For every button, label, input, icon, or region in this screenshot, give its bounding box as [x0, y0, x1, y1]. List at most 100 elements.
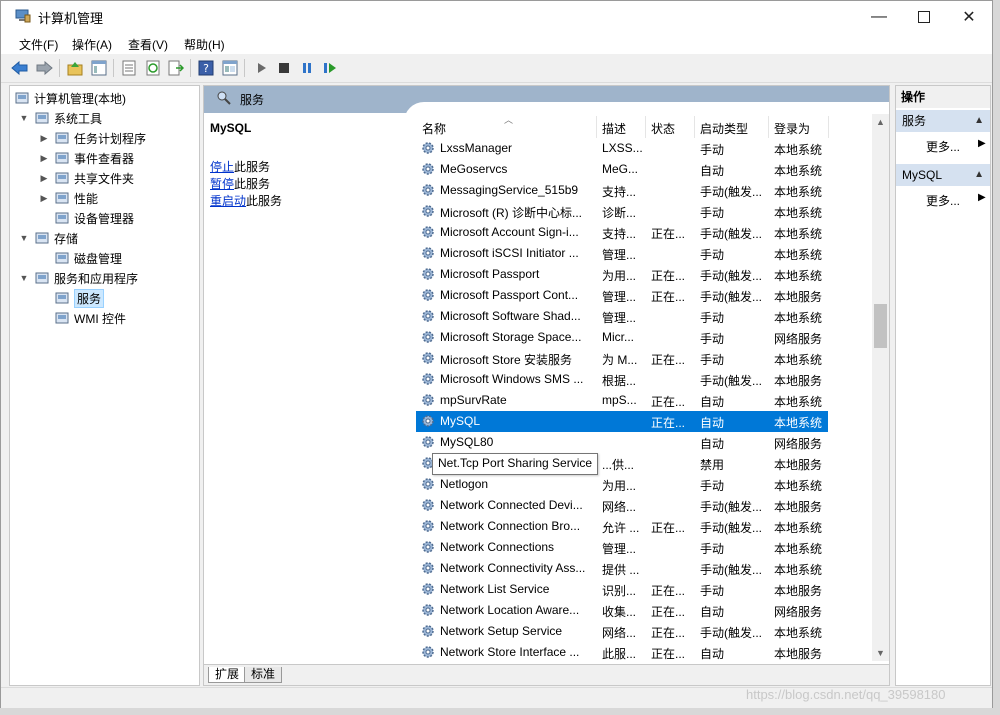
restart-service-link[interactable]: 重启动此服务: [210, 192, 282, 209]
scroll-up-icon[interactable]: ▲: [872, 114, 889, 130]
service-row[interactable]: Microsoft Passport 为用... 正在... 手动(触发... 本地系统: [416, 264, 828, 285]
service-row[interactable]: MeGoservcs MeG... 自动 本地系统: [416, 159, 828, 180]
service-logon: 本地系统: [774, 563, 823, 577]
tree-item[interactable]: 设备管理器: [38, 208, 134, 228]
pause-service-button[interactable]: [298, 59, 316, 77]
service-status: 正在...: [651, 416, 686, 430]
menu-action[interactable]: 操作(A): [72, 36, 112, 53]
up-folder-button[interactable]: [66, 59, 84, 77]
console-tree: 计算机管理(本地) ▼ 系统工具 ▶ 任务计划程序 ▶ 事件查看器 ▶ 共享文件夹 ▶ 性能 设备管理…: [9, 85, 200, 686]
pause-service-link[interactable]: 暂停此服务: [210, 175, 270, 192]
service-name: Microsoft iSCSI Initiator ...: [440, 246, 579, 260]
refresh-button[interactable]: [144, 59, 162, 77]
actions-section-services[interactable]: 服务 ▲: [896, 110, 990, 132]
service-row[interactable]: Network List Service 识别... 正在... 手动 本地服务: [416, 579, 828, 600]
service-row[interactable]: Network Connection Bro... 允许 ... 正在... 手动(触…: [416, 516, 828, 537]
menu-file[interactable]: 文件(F): [19, 36, 58, 53]
service-row[interactable]: Microsoft Storage Space... Micr... 手动 网络服务: [416, 327, 828, 348]
stop-service-link[interactable]: 停止此服务: [210, 158, 270, 175]
service-row[interactable]: Microsoft Account Sign-i... 支持... 正在... 手动(…: [416, 222, 828, 243]
tree-item[interactable]: WMI 控件: [38, 308, 126, 328]
service-row[interactable]: Network Connections 管理... 手动 本地系统: [416, 537, 828, 558]
tree-item[interactable]: ▼ 存储: [18, 228, 78, 248]
service-row[interactable]: Microsoft Passport Cont... 管理... 正在... 手动(触…: [416, 285, 828, 306]
close-button[interactable]: ✕: [946, 1, 992, 32]
actions-section-mysql[interactable]: MySQL ▲: [896, 164, 990, 186]
menu-help[interactable]: 帮助(H): [184, 36, 225, 53]
export-button[interactable]: [167, 59, 185, 77]
column-description[interactable]: 描述: [602, 118, 626, 138]
submenu-arrow-icon: ▶: [978, 138, 986, 149]
scrollbar-thumb[interactable]: [874, 304, 887, 348]
service-row[interactable]: Network Setup Service 网络... 正在... 手动(触发... 本…: [416, 621, 828, 642]
minimize-button[interactable]: —: [856, 1, 902, 32]
collapsed-icon[interactable]: ▶: [38, 153, 50, 164]
service-name: Network Store Interface ...: [440, 645, 580, 659]
column-name[interactable]: 名称: [422, 118, 446, 138]
tree-item[interactable]: 计算机管理(本地): [14, 88, 126, 108]
column-startup-type[interactable]: 启动类型: [700, 118, 748, 138]
tree-item[interactable]: ▶ 共享文件夹: [38, 168, 134, 188]
service-row[interactable]: Microsoft iSCSI Initiator ... 管理... 手动 本地系统: [416, 243, 828, 264]
column-log-on-as[interactable]: 登录为: [774, 118, 810, 138]
service-row[interactable]: Microsoft (R) 诊断中心标... 诊断... 手动 本地系统: [416, 201, 828, 222]
menu-view[interactable]: 查看(V): [128, 36, 168, 53]
collapse-icon: ▲: [974, 169, 984, 180]
forward-button[interactable]: [35, 59, 53, 77]
scroll-down-icon[interactable]: ▼: [872, 645, 889, 661]
service-name: Microsoft Passport Cont...: [440, 288, 579, 302]
tree-item[interactable]: ▶ 性能: [38, 188, 98, 208]
mysql-more-actions[interactable]: 更多... ▶: [926, 192, 986, 209]
start-service-button[interactable]: [252, 59, 270, 77]
device-manager-icon: [54, 210, 70, 226]
services-more-actions[interactable]: 更多... ▶: [926, 138, 986, 155]
service-row[interactable]: mpSurvRate mpS... 正在... 自动 本地系统: [416, 390, 828, 411]
tree-item[interactable]: ▶ 任务计划程序: [38, 128, 146, 148]
vertical-scrollbar[interactable]: ▲ ▼: [872, 114, 889, 661]
tree-item[interactable]: 服务: [38, 288, 105, 308]
collapsed-icon[interactable]: ▶: [38, 173, 50, 184]
service-row[interactable]: Network Location Aware... 收集... 正在... 自动 网络服…: [416, 600, 828, 621]
stop-service-button[interactable]: [275, 59, 293, 77]
service-row[interactable]: Network Connectivity Ass... 提供 ... 手动(触发..…: [416, 558, 828, 579]
service-logon: 本地服务: [774, 290, 823, 304]
tab-extended[interactable]: 扩展: [208, 667, 247, 683]
service-row[interactable]: Microsoft Store 安装服务 为 M... 正在... 手动 本地系统: [416, 348, 828, 369]
tree-item[interactable]: ▶ 事件查看器: [38, 148, 134, 168]
service-row[interactable]: Netlogon 为用... 手动 本地系统: [416, 474, 828, 495]
service-logon: 网络服务: [774, 437, 823, 451]
expanded-icon[interactable]: ▼: [18, 273, 30, 283]
restart-service-button[interactable]: [321, 59, 339, 77]
collapsed-icon[interactable]: ▶: [38, 133, 50, 144]
pause-icon: [303, 63, 311, 73]
service-row[interactable]: Network Connected Devi... 网络... 手动(触发... 本地…: [416, 495, 828, 516]
tree-item[interactable]: 磁盘管理: [38, 248, 122, 268]
tree-item[interactable]: ▼ 系统工具: [18, 108, 102, 128]
gear-icon: [420, 140, 436, 156]
service-row[interactable]: LxssManager LXSS... 手动 本地系统: [416, 138, 828, 159]
service-logon: 本地系统: [774, 143, 823, 157]
tree-item[interactable]: ▼ 服务和应用程序: [18, 268, 138, 288]
back-button[interactable]: [11, 59, 29, 77]
service-startup-type: 手动(触发...: [700, 185, 762, 199]
properties-button[interactable]: [221, 59, 239, 77]
service-startup-type: 手动: [700, 542, 725, 556]
service-row[interactable]: MySQL80 自动 网络服务: [416, 432, 828, 453]
gear-icon: [420, 350, 436, 366]
expanded-icon[interactable]: ▼: [18, 113, 30, 123]
service-row[interactable]: Microsoft Software Shad... 管理... 手动 本地系统: [416, 306, 828, 327]
service-name: MySQL: [440, 414, 481, 428]
export-list-button[interactable]: [120, 59, 138, 77]
service-row[interactable]: Network Store Interface ... 此服... 正在... 自动 本…: [416, 642, 828, 663]
maximize-button[interactable]: [901, 1, 947, 32]
help-button[interactable]: ?: [197, 59, 215, 77]
tab-standard[interactable]: 标准: [244, 667, 283, 683]
expanded-icon[interactable]: ▼: [18, 233, 30, 243]
services-icon: [54, 290, 70, 306]
service-row[interactable]: MessagingService_515b9 支持... 手动(触发... 本地系统: [416, 180, 828, 201]
service-row[interactable]: MySQL 正在... 自动 本地系统: [416, 411, 828, 432]
column-status[interactable]: 状态: [651, 118, 675, 138]
collapsed-icon[interactable]: ▶: [38, 193, 50, 204]
service-row[interactable]: Microsoft Windows SMS ... 根据... 手动(触发... 本地…: [416, 369, 828, 390]
show-hide-tree-button[interactable]: [90, 59, 108, 77]
